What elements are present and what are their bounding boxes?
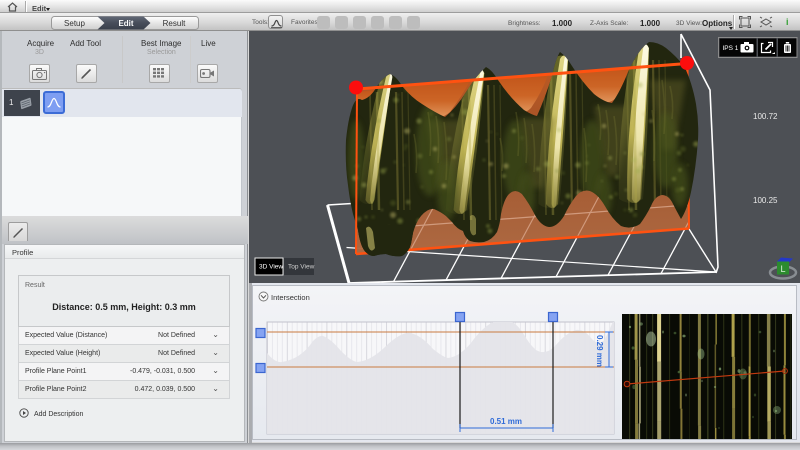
svg-text:100.72: 100.72 bbox=[753, 112, 778, 121]
svg-text:100.25: 100.25 bbox=[753, 196, 778, 205]
svg-text:3D View: 3D View bbox=[259, 264, 283, 271]
svg-text:Top View: Top View bbox=[288, 264, 315, 271]
svg-text:0.51 mm: 0.51 mm bbox=[490, 417, 522, 426]
svg-text:L: L bbox=[781, 264, 786, 274]
svg-text:Intersection: Intersection bbox=[271, 293, 310, 302]
svg-text:IPS 1: IPS 1 bbox=[723, 45, 739, 52]
svg-text:0.29 mm: 0.29 mm bbox=[595, 335, 604, 367]
svg-text:Setup: Setup bbox=[64, 19, 85, 28]
svg-text:Result: Result bbox=[163, 19, 186, 28]
svg-text:Edit: Edit bbox=[118, 19, 133, 28]
